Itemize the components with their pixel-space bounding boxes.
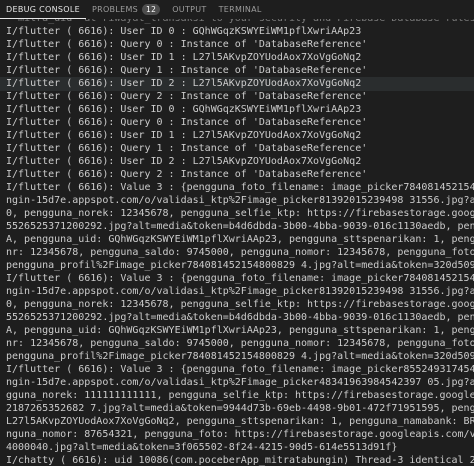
console-line: ngin-15d7e.appspot.com/o/validasi_ktp%2F… bbox=[6, 195, 474, 206]
tab-terminal[interactable]: TERMINAL bbox=[213, 0, 268, 19]
console-line: L27l5AKvpZOYUodAox7XoVgGoNq2, pengguna_s… bbox=[6, 416, 474, 427]
console-line: 0, pengguna_norek: 12345678, pengguna_se… bbox=[6, 208, 474, 219]
tab-debug-console[interactable]: DEBUG CONSOLE bbox=[0, 0, 86, 19]
problems-count-badge: 12 bbox=[142, 4, 161, 15]
console-line: I/flutter ( 6616): User ID 2 : L27l5AKvp… bbox=[0, 77, 474, 91]
console-line: I/flutter ( 6616): User ID 1 : L27l5AKvp… bbox=[6, 130, 362, 141]
console-line: I/flutter ( 6616): Value 3 : {pengguna_f… bbox=[6, 364, 474, 375]
tab-output[interactable]: OUTPUT bbox=[166, 0, 212, 19]
tab-label: PROBLEMS bbox=[91, 5, 139, 14]
debug-console-output[interactable]: mitra_uid" at riwayat_transaksi to your … bbox=[0, 19, 474, 466]
console-line: I/flutter ( 6616): Query 0 : Instance of… bbox=[6, 117, 368, 128]
console-line: pengguna_profil%2Fimage_picker7840814521… bbox=[6, 351, 474, 362]
console-line: pengguna_profil%2Fimage_picker7840814521… bbox=[6, 260, 474, 271]
console-line: nguna_nomor: 87654321, pengguna_foto: ht… bbox=[6, 429, 474, 440]
console-line: I/flutter ( 6616): User ID 1 : L27l5AKvp… bbox=[6, 52, 362, 63]
console-line: nr: 12345678, pengguna_saldo: 9745000, p… bbox=[6, 247, 474, 258]
console-line: 2187265352682 7.jpg?alt=media&token=9944… bbox=[6, 403, 474, 414]
console-line: I/flutter ( 6616): Query 2 : Instance of… bbox=[6, 91, 368, 102]
console-line: I/flutter ( 6616): User ID 0 : GQhWGqzKS… bbox=[6, 26, 362, 37]
tab-problems[interactable]: PROBLEMS 12 bbox=[86, 0, 166, 19]
console-line: I/flutter ( 6616): Value 3 : {pengguna_f… bbox=[6, 182, 474, 193]
console-line: ngin-15d7e.appspot.com/o/validasi_ktp%2F… bbox=[6, 377, 474, 388]
console-line: I/flutter ( 6616): Query 1 : Instance of… bbox=[6, 143, 368, 154]
console-line: I/flutter ( 6616): Value 3 : {pengguna_f… bbox=[6, 273, 474, 284]
console-line: 5526525371200292.jpg?alt=media&token=b4d… bbox=[6, 312, 474, 323]
console-line: I/flutter ( 6616): Query 2 : Instance of… bbox=[6, 169, 368, 180]
console-line: ngin-15d7e.appspot.com/o/validasi_ktp%2F… bbox=[6, 286, 474, 297]
tab-label: DEBUG CONSOLE bbox=[6, 4, 80, 14]
console-line: I/flutter ( 6616): Query 0 : Instance of… bbox=[6, 39, 368, 50]
tab-label: OUTPUT bbox=[172, 5, 207, 14]
console-line: A, pengguna_uid: GQhWGqzKSWYEiWM1pflXwri… bbox=[6, 234, 474, 245]
console-line: 0, pengguna_norek: 12345678, pengguna_se… bbox=[6, 299, 474, 310]
console-line: gguna_norek: 111111111111, pengguna_self… bbox=[6, 390, 474, 401]
console-line: nr: 12345678, pengguna_saldo: 9745000, p… bbox=[6, 338, 474, 349]
tab-label: TERMINAL bbox=[218, 5, 262, 14]
panel-tab-bar: DEBUG CONSOLE PROBLEMS 12 OUTPUT TERMINAL bbox=[0, 0, 474, 19]
console-line: I/flutter ( 6616): Query 1 : Instance of… bbox=[6, 65, 368, 76]
console-line: 4000040.jpg?alt=media&token=3f065502-8f2… bbox=[6, 442, 398, 453]
console-line: I/flutter ( 6616): User ID 2 : L27l5AKvp… bbox=[6, 156, 362, 167]
console-line: I/chatty ( 6616): uid 10086(com.poceberA… bbox=[6, 455, 474, 466]
console-line: 5526525371200292.jpg?alt=media&token=b4d… bbox=[6, 221, 474, 232]
console-line: I/flutter ( 6616): User ID 0 : GQhWGqzKS… bbox=[6, 104, 362, 115]
console-line: A, pengguna_uid: GQhWGqzKSWYEiWM1pflXwri… bbox=[6, 325, 474, 336]
